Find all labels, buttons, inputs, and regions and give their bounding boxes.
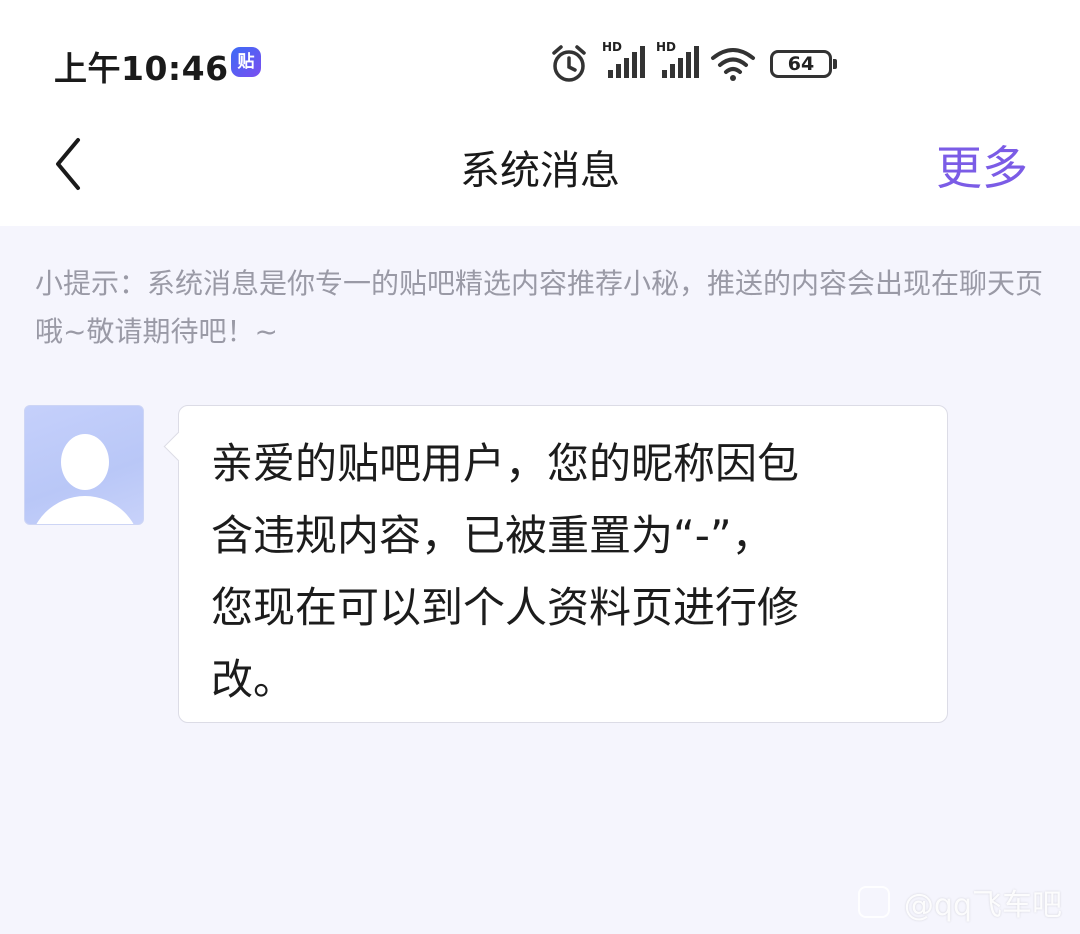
- signal-hd-icon: HD: [656, 40, 700, 84]
- avatar-head-shape: [61, 434, 109, 490]
- watermark: @qq飞车吧: [857, 880, 1062, 924]
- message-text: 亲爱的贴吧用户，您的昵称因包 含违规内容，已被重置为“-”， 您现在可以到个人资…: [211, 439, 800, 704]
- battery-indicator: 64: [770, 50, 837, 78]
- status-bar: 上午10:46 贴 HD HD 64: [0, 0, 1080, 120]
- avatar-body-shape: [29, 496, 141, 524]
- more-button[interactable]: 更多: [936, 132, 1028, 198]
- alarm-icon: [550, 44, 588, 84]
- watermark-text: @qq飞车吧: [903, 888, 1062, 923]
- status-time: 上午10:46: [54, 49, 229, 88]
- tip-text: 小提示：系统消息是你专一的贴吧精选内容推荐小秘，推送的内容会出现在聊天页哦~敬请…: [35, 267, 1044, 348]
- page-title: 系统消息: [460, 148, 620, 194]
- tieba-app-icon: 贴: [231, 47, 261, 77]
- avatar[interactable]: [24, 405, 144, 525]
- watermark-logo-icon: [857, 886, 890, 918]
- status-icons: HD HD 64: [550, 40, 837, 86]
- nav-bar: 系统消息 更多: [0, 120, 1080, 226]
- signal-hd-icon: HD: [602, 40, 646, 84]
- bubble-tail: [163, 431, 194, 462]
- message-area[interactable]: 小提示：系统消息是你专一的贴吧精选内容推荐小秘，推送的内容会出现在聊天页哦~敬请…: [0, 226, 1080, 934]
- wifi-icon: [710, 44, 756, 84]
- message-bubble[interactable]: 亲爱的贴吧用户，您的昵称因包 含违规内容，已被重置为“-”， 您现在可以到个人资…: [163, 405, 948, 723]
